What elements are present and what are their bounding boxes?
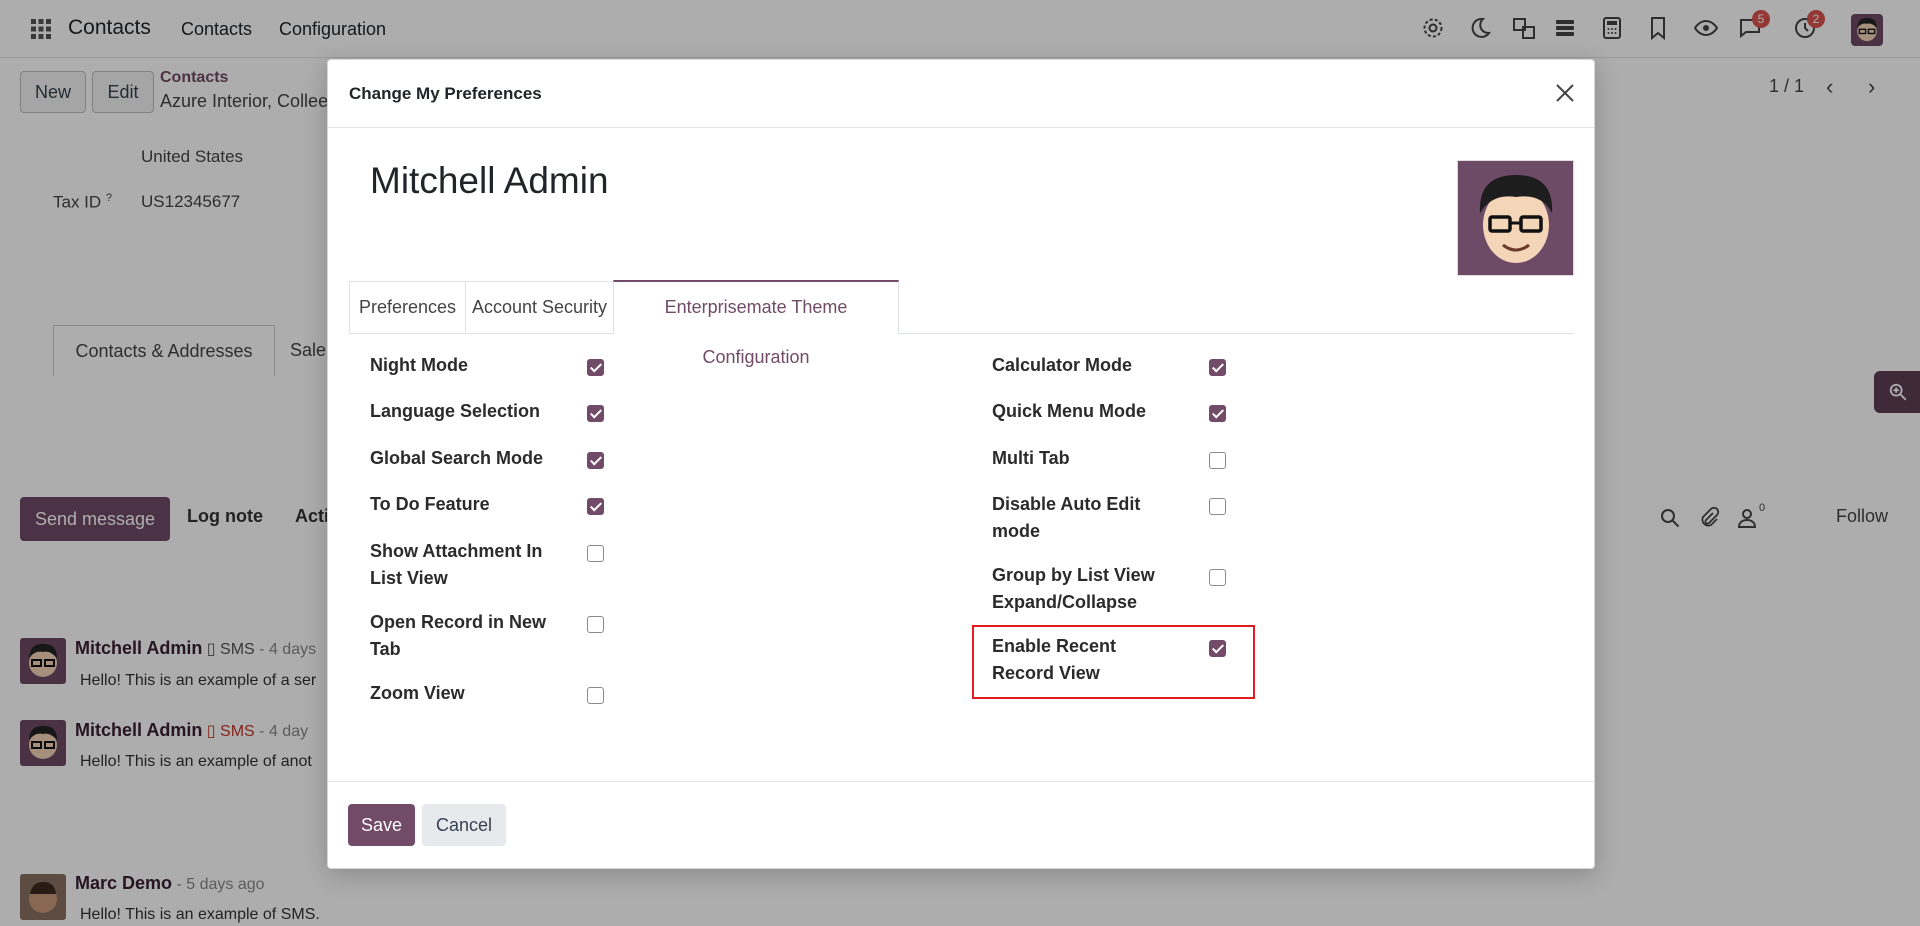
dialog-header: Change My Preferences xyxy=(328,60,1594,128)
preferences-tabs: Preferences Account Security Enterprisem… xyxy=(349,280,1574,367)
checkbox-calculator-mode[interactable] xyxy=(1209,359,1226,376)
label-language-selection: Language Selection xyxy=(370,401,541,421)
label-to-do-feature: To Do Feature xyxy=(370,494,490,514)
label-calculator-mode: Calculator Mode xyxy=(992,355,1133,375)
label-quick-menu-mode: Quick Menu Mode xyxy=(992,401,1147,421)
tab-preferences[interactable]: Preferences xyxy=(349,281,466,332)
checkbox-group-by-list-view[interactable] xyxy=(1209,569,1226,586)
checkbox-language-selection[interactable] xyxy=(587,405,604,422)
label-show-attachment: Show Attachment In List View xyxy=(370,541,543,588)
checkbox-zoom-view[interactable] xyxy=(587,687,604,704)
checkbox-multi-tab[interactable] xyxy=(1209,452,1226,469)
label-night-mode: Night Mode xyxy=(370,355,468,375)
checkbox-show-attachment[interactable] xyxy=(587,545,604,562)
highlight-box xyxy=(972,625,1255,699)
preferences-dialog: Change My Preferences Mitchell Admin Pre… xyxy=(327,59,1595,869)
close-icon[interactable] xyxy=(1552,80,1578,106)
dialog-footer: Save Cancel xyxy=(328,781,1594,869)
user-photo[interactable] xyxy=(1457,160,1574,276)
checkbox-open-record-new-tab[interactable] xyxy=(587,616,604,633)
tab-account-security[interactable]: Account Security xyxy=(465,281,614,332)
label-multi-tab: Multi Tab xyxy=(992,448,1070,468)
checkbox-disable-auto-edit[interactable] xyxy=(1209,498,1226,515)
tab-enterprisemate-theme[interactable]: Enterprisemate Theme Configuration xyxy=(613,280,899,367)
label-global-search-mode: Global Search Mode xyxy=(370,448,544,468)
label-disable-auto-edit: Disable Auto Edit mode xyxy=(992,494,1141,541)
checkbox-night-mode[interactable] xyxy=(587,359,604,376)
checkbox-quick-menu-mode[interactable] xyxy=(1209,405,1226,422)
user-photo-image xyxy=(1458,161,1573,275)
label-zoom-view: Zoom View xyxy=(370,683,465,703)
label-group-by-list-view: Group by List View Expand/Collapse xyxy=(992,565,1155,612)
user-name: Mitchell Admin xyxy=(370,160,609,201)
save-button[interactable]: Save xyxy=(348,804,415,846)
cancel-button[interactable]: Cancel xyxy=(422,804,506,846)
checkbox-global-search-mode[interactable] xyxy=(587,452,604,469)
dialog-title: Change My Preferences xyxy=(349,84,542,103)
checkbox-to-do-feature[interactable] xyxy=(587,498,604,515)
label-open-record-new-tab: Open Record in New Tab xyxy=(370,612,547,659)
